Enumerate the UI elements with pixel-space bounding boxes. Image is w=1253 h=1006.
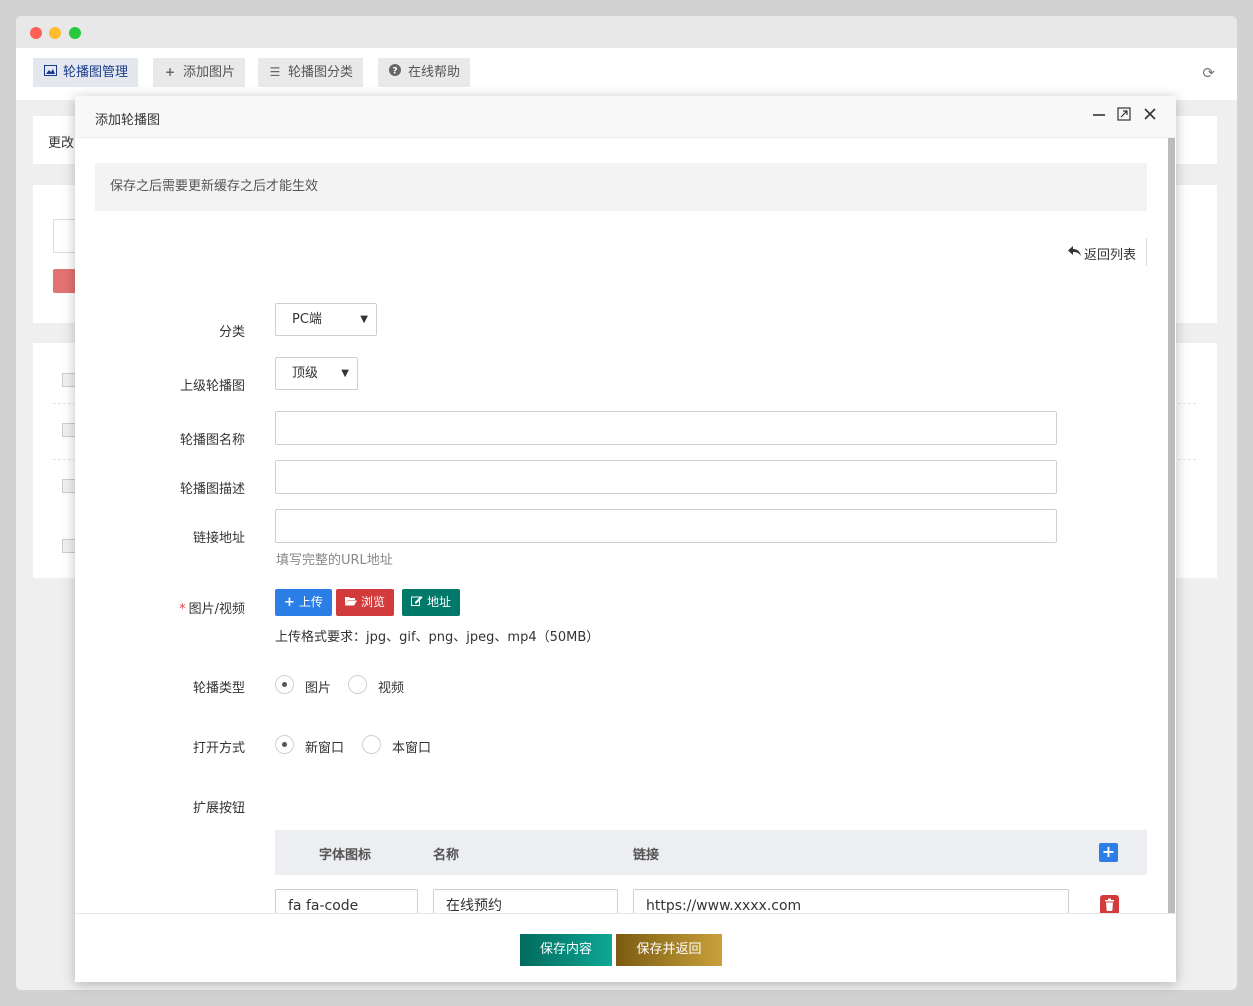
- title-bar: [16, 16, 1237, 48]
- back-link-divider: [1146, 238, 1147, 266]
- parent-select[interactable]: 顶级 ▼: [275, 357, 358, 390]
- upload-button[interactable]: + 上传: [275, 589, 332, 616]
- type-radio-image[interactable]: [275, 675, 294, 694]
- edit-icon: [411, 589, 423, 616]
- tab-label: 轮播图分类: [288, 65, 354, 80]
- background-red-button: [53, 269, 77, 293]
- column-header-icon: 字体图标: [319, 848, 372, 863]
- modal-title: 添加轮播图: [95, 113, 161, 128]
- description-label: 轮播图描述: [179, 482, 245, 497]
- description-input[interactable]: [275, 460, 1057, 494]
- link-input[interactable]: [275, 509, 1057, 543]
- open-radio-same-window[interactable]: [362, 735, 381, 754]
- media-label-text: 图片/视频: [188, 602, 245, 617]
- browse-button-label: 浏览: [361, 595, 386, 609]
- extension-table-header: 字体图标 名称 链接 +: [275, 830, 1147, 875]
- upload-button-label: 上传: [298, 595, 323, 609]
- background-checkbox: [62, 423, 76, 437]
- svg-text:?: ?: [392, 67, 397, 77]
- link-label: 链接地址: [192, 531, 245, 546]
- name-input[interactable]: [275, 411, 1057, 445]
- address-button-label: 地址: [427, 595, 452, 609]
- image-icon: [43, 58, 57, 87]
- plus-icon: +: [284, 595, 295, 610]
- address-button[interactable]: 地址: [402, 589, 461, 616]
- category-select[interactable]: PC端 ▼: [275, 303, 377, 336]
- refresh-icon[interactable]: ⟳: [1202, 64, 1215, 82]
- back-link-label: 返回列表: [1083, 248, 1136, 263]
- background-checkbox: [62, 479, 76, 493]
- type-option-video: 视频: [378, 681, 405, 696]
- open-option-new-window: 新窗口: [305, 741, 345, 756]
- notice-box: 保存之后需要更新缓存之后才能生效: [95, 163, 1147, 211]
- link-help-text: 填写完整的URL地址: [276, 553, 393, 568]
- plus-icon: +: [164, 65, 176, 79]
- add-carousel-modal: 添加轮播图 保存之后需要更新缓存之后才能生效 返回列表 分类 PC端 ▼ 上级轮…: [75, 96, 1176, 982]
- type-label: 轮播类型: [192, 681, 245, 696]
- background-checkbox: [62, 373, 76, 387]
- open-mode-label: 打开方式: [192, 741, 245, 756]
- delete-row-trash-icon[interactable]: [1100, 895, 1119, 913]
- back-to-list-link[interactable]: 返回列表: [1067, 244, 1136, 263]
- parent-label: 上级轮播图: [179, 379, 245, 394]
- type-option-image: 图片: [305, 681, 332, 696]
- column-header-link: 链接: [633, 848, 660, 863]
- chevron-down-icon: ▼: [360, 314, 368, 325]
- minimize-icon[interactable]: [1090, 107, 1108, 125]
- tab-carousel-category[interactable]: ☰ 轮播图分类: [258, 58, 364, 87]
- tab-label: 在线帮助: [408, 65, 461, 80]
- open-radio-new-window[interactable]: [275, 735, 294, 754]
- media-format-text: 上传格式要求：jpg、gif、png、jpeg、mp4（50MB）: [275, 630, 600, 645]
- chevron-down-icon: ▼: [341, 368, 349, 379]
- folder-open-icon: [345, 589, 357, 616]
- close-window-dot[interactable]: [30, 27, 42, 39]
- modal-header: 添加轮播图: [75, 96, 1176, 138]
- media-label: * 图片/视频: [155, 598, 245, 617]
- category-label: 分类: [218, 325, 245, 340]
- close-icon[interactable]: [1141, 107, 1159, 125]
- name-label: 轮播图名称: [179, 433, 245, 448]
- column-header-name: 名称: [433, 848, 460, 863]
- minimize-window-dot[interactable]: [49, 27, 61, 39]
- modal-footer: 保存内容 保存并返回: [75, 913, 1176, 982]
- parent-select-value: 顶级: [292, 366, 319, 381]
- list-icon: ☰: [269, 65, 281, 79]
- save-button[interactable]: 保存内容: [520, 934, 612, 966]
- row-icon-input[interactable]: fa fa-code: [275, 889, 418, 913]
- open-option-same-window: 本窗口: [392, 741, 432, 756]
- tab-online-help[interactable]: ? 在线帮助: [378, 58, 471, 87]
- row-link-input[interactable]: https://www.xxxx.com: [633, 889, 1069, 913]
- reply-arrow-icon: [1067, 246, 1081, 261]
- row-name-input[interactable]: 在线预约: [433, 889, 618, 913]
- save-and-return-button[interactable]: 保存并返回: [616, 934, 722, 966]
- tab-carousel-manage[interactable]: 轮播图管理: [33, 58, 139, 87]
- background-checkbox: [62, 539, 76, 553]
- question-circle-icon: ?: [388, 58, 402, 87]
- required-mark: *: [179, 602, 186, 617]
- modal-body: 保存之后需要更新缓存之后才能生效 返回列表 分类 PC端 ▼ 上级轮播图 顶级 …: [75, 138, 1176, 913]
- extension-label: 扩展按钮: [192, 801, 245, 816]
- maximize-window-dot[interactable]: [69, 27, 81, 39]
- type-radio-video[interactable]: [348, 675, 367, 694]
- modal-scrollbar[interactable]: [1168, 138, 1175, 914]
- browse-button[interactable]: 浏览: [336, 589, 395, 616]
- tab-label: 添加图片: [183, 65, 236, 80]
- category-select-value: PC端: [292, 312, 322, 327]
- maximize-icon[interactable]: [1115, 107, 1133, 125]
- top-toolbar: 轮播图管理 + 添加图片 ☰ 轮播图分类 ? 在线帮助 ⟳: [16, 48, 1237, 100]
- tab-label: 轮播图管理: [63, 65, 129, 80]
- background-card-text: 更改: [48, 136, 75, 151]
- tab-add-image[interactable]: + 添加图片: [153, 58, 246, 87]
- add-row-plus-icon[interactable]: +: [1099, 843, 1118, 862]
